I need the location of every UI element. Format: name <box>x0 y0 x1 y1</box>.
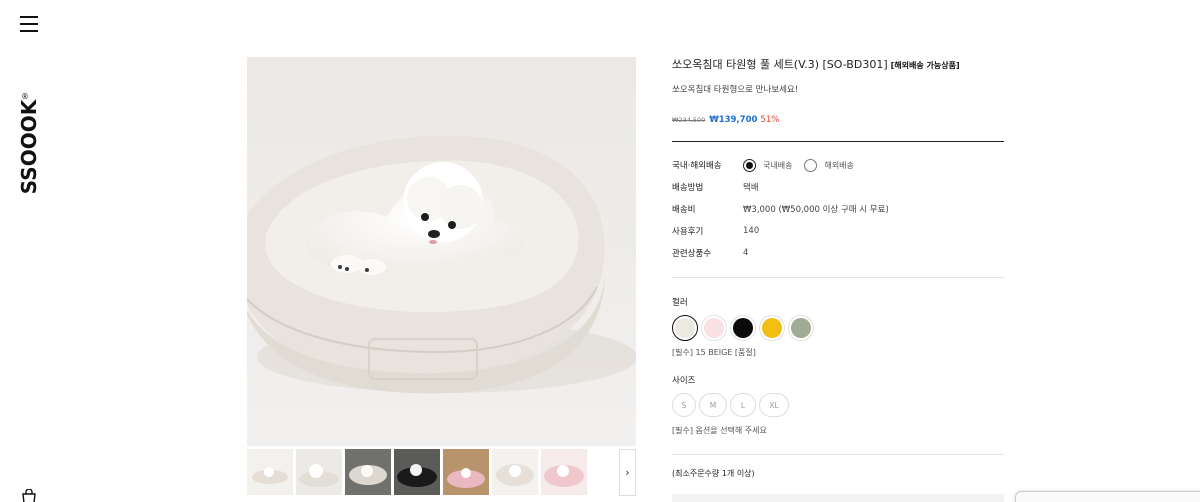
color-option-title: 컬러 <box>672 298 688 308</box>
spec-shipping-method: 배송방법 택배 <box>672 179 1004 195</box>
min-order-note: (최소주문수량 1개 이상) <box>672 469 755 478</box>
size-option-note: [필수] 옵션을 선택해 주세요 <box>672 426 767 435</box>
spec-value: 4 <box>743 248 749 258</box>
logo-text: SSOOOK <box>17 99 41 195</box>
color-swatches <box>672 315 817 341</box>
spec-label: 사용후기 <box>672 227 704 237</box>
swatch-yellow[interactable] <box>759 315 785 341</box>
color-option-note: [필수] 15 BEIGE [품절] <box>672 348 756 357</box>
overseas-shipping-badge: [해외배송 가능상품] <box>890 61 960 70</box>
size-xl[interactable]: XL <box>759 393 789 417</box>
spec-value: 140 <box>743 226 760 236</box>
sale-price: ₩139,700 <box>709 115 758 125</box>
divider <box>672 141 1004 142</box>
chevron-right-icon: › <box>625 466 630 479</box>
spec-shipping-region: 국내·해외배송 국내배송 해외배송 <box>672 157 1004 173</box>
size-options: S M L XL <box>672 393 792 417</box>
radio-domestic[interactable] <box>743 158 756 172</box>
size-s[interactable]: S <box>672 393 696 417</box>
thumbnail-4[interactable] <box>394 449 440 495</box>
swatch-black[interactable] <box>730 315 756 341</box>
radio-overseas[interactable] <box>804 158 818 172</box>
spec-label: 배송비 <box>672 205 696 215</box>
product-subtitle: 쏘오옥침대 타원형으로 만나보세요! <box>672 85 799 95</box>
product-title: 쏘오옥침대 타원형 풀 세트(V.3) [SO-BD301] <box>672 58 888 71</box>
swatch-pink[interactable] <box>701 315 727 341</box>
swatch-green[interactable] <box>788 315 814 341</box>
size-l[interactable]: L <box>730 393 756 417</box>
spec-label: 배송방법 <box>672 183 704 193</box>
thumbnail-2[interactable] <box>296 449 342 495</box>
shopping-bag-icon[interactable] <box>20 488 38 502</box>
spec-value: ₩3,000 (₩50,000 이상 구매 시 무료) <box>743 205 889 215</box>
original-price: ₩234,500 <box>672 116 706 124</box>
quantity-bar[interactable] <box>672 494 1004 502</box>
swatch-beige[interactable] <box>672 315 698 341</box>
floating-panel[interactable] <box>1015 491 1200 502</box>
brand-logo[interactable]: ® SSOOOK <box>6 92 52 202</box>
thumbnail-7[interactable] <box>541 449 587 495</box>
spec-related: 관련상품수 4 <box>672 245 1004 261</box>
spec-label: 국내·해외배송 <box>672 161 722 171</box>
divider <box>672 454 1004 455</box>
product-title-row: 쏘오옥침대 타원형 풀 세트(V.3) [SO-BD301] [해외배송 가능상품… <box>672 56 1004 72</box>
thumbnail-strip <box>247 449 636 496</box>
hamburger-menu-icon <box>20 16 38 18</box>
spec-shipping-fee: 배송비 ₩3,000 (₩50,000 이상 구매 시 무료) <box>672 201 1004 217</box>
divider <box>672 277 1004 278</box>
price-row: ₩234,500 ₩139,700 51% <box>672 107 779 126</box>
spec-reviews: 사용후기 140 <box>672 223 1004 239</box>
thumbnail-next-button[interactable]: › <box>619 449 636 496</box>
thumbnail-6[interactable] <box>492 449 538 495</box>
radio-domestic-label[interactable]: 국내배송 <box>763 160 792 171</box>
radio-overseas-label[interactable]: 해외배송 <box>824 160 853 171</box>
spec-value: 택배 <box>743 183 759 193</box>
thumbnail-5[interactable] <box>443 449 489 495</box>
product-main-image[interactable] <box>247 57 636 446</box>
size-m[interactable]: M <box>699 393 727 417</box>
discount-rate: 51% <box>760 115 780 125</box>
thumbnail-1[interactable] <box>247 449 293 495</box>
thumbnail-3[interactable] <box>345 449 391 495</box>
spec-label: 관련상품수 <box>672 249 712 259</box>
size-option-title: 사이즈 <box>672 376 696 386</box>
menu-button[interactable] <box>20 16 38 32</box>
product-info: 쏘오옥침대 타원형 풀 세트(V.3) [SO-BD301] [해외배송 가능상품… <box>672 56 1004 478</box>
